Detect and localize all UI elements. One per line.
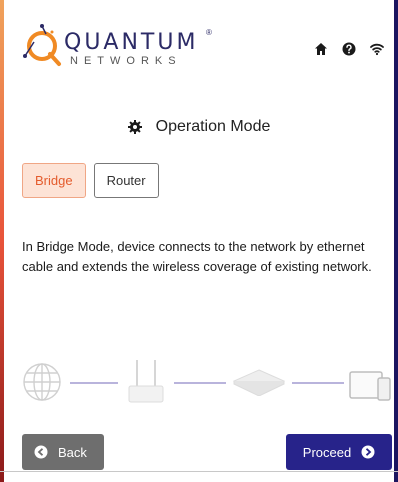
proceed-button[interactable]: Proceed [286, 434, 392, 470]
page-title: Operation Mode [155, 118, 271, 135]
arrow-right-circle-icon [361, 445, 375, 459]
header-icons [314, 42, 384, 56]
window-bottom-divider [0, 471, 398, 472]
bridge-mode-button[interactable]: Bridge [22, 163, 86, 198]
window-left-edge [0, 0, 4, 482]
link-line [70, 382, 118, 384]
router-mode-button[interactable]: Router [93, 163, 159, 198]
devices-icon [349, 371, 391, 401]
back-label: Back [58, 444, 87, 460]
brand-subtitle: NETWORKS [70, 55, 182, 67]
router-icon [128, 360, 164, 403]
access-point-icon [232, 369, 286, 396]
link-line [292, 382, 344, 384]
home-icon[interactable] [314, 42, 328, 56]
globe-icon [23, 363, 61, 401]
help-icon[interactable] [342, 42, 356, 56]
window-right-edge [394, 0, 398, 482]
brand-name: QUANTUM [64, 30, 199, 55]
quantum-logo-icon [23, 24, 61, 66]
gear-icon [127, 120, 142, 134]
page-title-row: Operation Mode [0, 118, 398, 136]
back-button[interactable]: Back [22, 434, 104, 470]
setup-window: QUANTUM ® NETWORKS Operation Mode Bridge… [0, 0, 398, 482]
proceed-label: Proceed [302, 444, 352, 460]
brand-registered-mark: ® [206, 28, 212, 37]
wifi-icon[interactable] [370, 42, 384, 56]
mode-description: In Bridge Mode, device connects to the n… [22, 239, 372, 274]
mode-selector: Bridge Router [22, 163, 159, 198]
link-line [174, 382, 226, 384]
header: QUANTUM ® NETWORKS [22, 22, 392, 74]
network-diagram [22, 356, 392, 412]
arrow-left-circle-icon [34, 445, 48, 459]
